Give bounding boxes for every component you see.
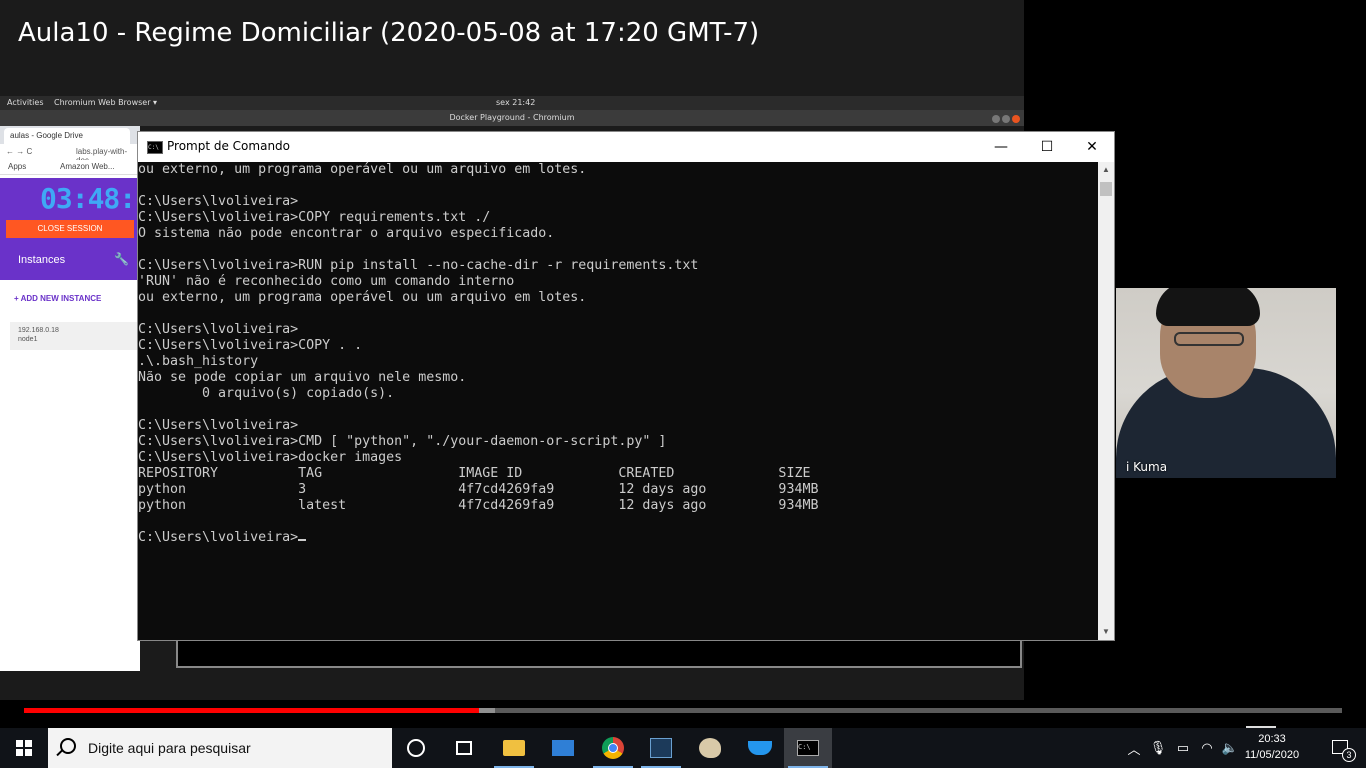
clock-time: 20:33	[1258, 733, 1286, 745]
wrench-icon: 🔧	[114, 252, 129, 266]
chromium-title: Docker Playground - Chromium	[449, 113, 575, 122]
file-explorer-icon	[503, 740, 525, 756]
file-explorer-button[interactable]	[490, 728, 538, 768]
task-view-icon	[456, 741, 472, 755]
windows-taskbar: Digite aqui para pesquisar C:\ ︿ 🎙 ▭ ◠ 🔈…	[0, 728, 1366, 768]
webcam-feed: i Kuma	[1116, 288, 1336, 478]
minimize-button[interactable]: —	[978, 132, 1024, 162]
windows-start-icon	[16, 740, 32, 756]
clock-date: 11/05/2020	[1244, 749, 1300, 761]
cmd-titlebar[interactable]: C:\ Prompt de Comando — ☐ ✕	[138, 132, 1114, 162]
recorded-terminal-area	[176, 640, 1022, 668]
task-view-button[interactable]	[440, 728, 488, 768]
command-prompt-icon: C:\	[797, 740, 819, 756]
player-controls-strip	[0, 713, 1366, 728]
scroll-down-icon[interactable]: ▼	[1098, 624, 1114, 640]
text-cursor	[298, 539, 307, 541]
microphone-icon[interactable]: 🎙	[1150, 728, 1167, 768]
mail-button[interactable]	[539, 728, 587, 768]
volume-icon[interactable]: 🔈	[1220, 728, 1240, 768]
participant-name: i Kuma	[1126, 460, 1168, 474]
browser-tabbar: aulas - Google Drive	[0, 126, 140, 144]
scroll-thumb[interactable]	[1100, 182, 1112, 196]
search-icon	[60, 738, 76, 754]
notification-count: 3	[1342, 748, 1356, 762]
cmd-scrollbar[interactable]: ▲ ▼	[1098, 162, 1114, 640]
bookmark-amazon: Amazon Web...	[60, 162, 115, 171]
close-button[interactable]: ✕	[1069, 132, 1115, 162]
instance-card: 192.168.0.18 node1	[10, 322, 140, 350]
add-instance-link: + ADD NEW INSTANCE	[14, 294, 102, 303]
bookmark-apps: Apps	[8, 162, 27, 171]
docker-icon	[748, 741, 772, 755]
browser-tab: aulas - Google Drive	[4, 128, 130, 144]
recorded-browser: aulas - Google Drive ← → C labs.play-wit…	[0, 126, 168, 671]
cmd-output-area[interactable]: ou externo, um programa operável ou um a…	[138, 162, 1098, 640]
video-title: Aula10 - Regime Domiciliar (2020-05-08 a…	[18, 18, 760, 48]
scroll-up-icon[interactable]: ▲	[1098, 162, 1114, 178]
presenter-hair	[1156, 288, 1260, 326]
ubuntu-top-bar: Activities Chromium Web Browser ▾ sex 21…	[0, 96, 1024, 110]
address-bar: ← → C labs.play-with-doc	[0, 144, 140, 165]
command-prompt-window[interactable]: C:\ Prompt de Comando — ☐ ✕ ou externo, …	[137, 131, 1115, 641]
taskbar-clock[interactable]: 20:33 11/05/2020	[1242, 731, 1302, 763]
network-tool-button[interactable]	[637, 728, 685, 768]
window-controls	[990, 113, 1020, 129]
presenter-glasses	[1174, 332, 1244, 346]
cmd-title: Prompt de Comando	[167, 139, 291, 153]
cmd-output: ou externo, um programa operável ou um a…	[138, 162, 819, 513]
ubuntu-activities: Activities	[7, 98, 44, 107]
wifi-icon[interactable]: ◠	[1198, 728, 1216, 768]
command-prompt-taskbar-button[interactable]: C:\	[784, 728, 832, 768]
chrome-button[interactable]	[589, 728, 637, 768]
pwd-sidebar: 03:48:14 CLOSE SESSION Instances 🔧	[0, 178, 168, 280]
cmd-prompt: C:\Users\lvoliveira>	[138, 530, 299, 545]
close-session-button: CLOSE SESSION	[6, 220, 134, 238]
command-prompt-icon: C:\	[147, 141, 163, 154]
nav-arrows-icon: ← → C	[6, 147, 33, 156]
instance-ip: 192.168.0.18	[18, 327, 59, 334]
battery-icon[interactable]: ▭	[1174, 728, 1192, 768]
mail-icon	[552, 740, 574, 756]
start-button[interactable]	[0, 728, 48, 768]
chevron-up-icon[interactable]: ︿	[1126, 728, 1142, 768]
ubuntu-clock: sex 21:42	[496, 98, 536, 107]
instance-name: node1	[18, 336, 38, 343]
paint-button[interactable]	[686, 728, 734, 768]
maximize-button[interactable]: ☐	[1024, 132, 1070, 162]
taskbar-search[interactable]: Digite aqui para pesquisar	[48, 728, 392, 768]
cortana-button[interactable]	[392, 728, 440, 768]
search-placeholder: Digite aqui para pesquisar	[88, 740, 251, 756]
action-center-button[interactable]: 3	[1318, 728, 1366, 768]
network-tool-icon	[650, 738, 672, 758]
bookmarks-bar: Apps Amazon Web...	[0, 160, 140, 175]
docker-button[interactable]	[736, 728, 784, 768]
cortana-icon	[407, 739, 425, 757]
chrome-icon	[602, 737, 624, 759]
chromium-titlebar: Docker Playground - Chromium	[0, 110, 1024, 126]
instances-heading: Instances	[18, 254, 66, 266]
paint-icon	[699, 738, 721, 758]
ubuntu-app-menu: Chromium Web Browser ▾	[54, 98, 158, 107]
